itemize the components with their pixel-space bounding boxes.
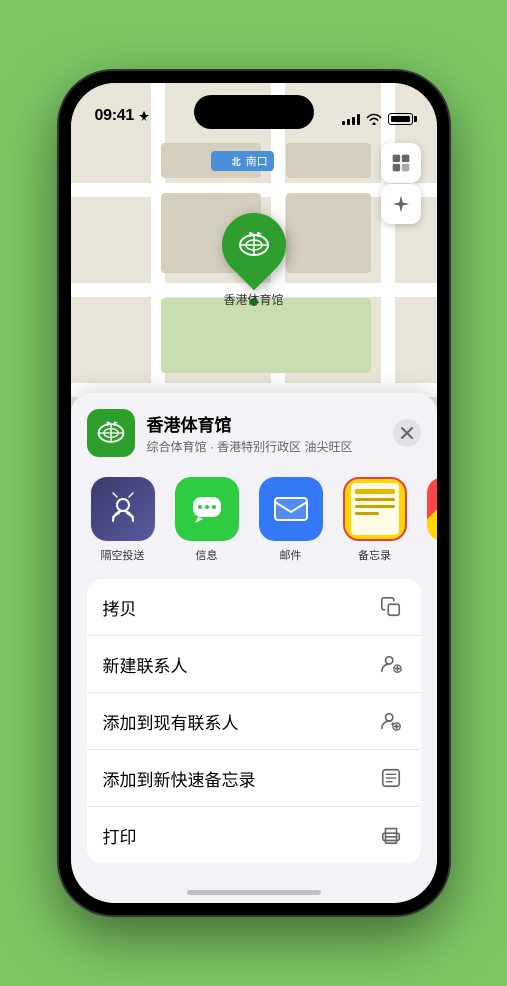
action-copy-label: 拷贝	[103, 595, 137, 620]
close-icon	[400, 426, 414, 440]
notes-line-1	[355, 489, 395, 494]
more-icon-wrap	[427, 477, 437, 541]
share-item-more[interactable]: 推	[423, 477, 437, 563]
map-block	[286, 193, 371, 273]
mail-icon-wrap	[259, 477, 323, 541]
status-time: 09:41	[95, 107, 134, 125]
venue-stadium-icon	[95, 417, 127, 449]
map-label: 北 南口	[211, 151, 274, 171]
battery-fill	[391, 116, 410, 122]
pin-dot	[250, 298, 258, 306]
airdrop-icon-wrap	[91, 477, 155, 541]
share-item-messages[interactable]: 信息	[171, 477, 243, 563]
notes-label: 备忘录	[358, 547, 391, 563]
signal-bar-3	[352, 117, 355, 125]
close-button[interactable]	[393, 419, 421, 447]
print-icon	[377, 821, 405, 849]
messages-label: 信息	[196, 547, 218, 563]
pin-shape	[208, 200, 299, 291]
messages-icon-wrap	[175, 477, 239, 541]
action-quick-note[interactable]: 添加到新快速备忘录	[87, 750, 421, 807]
share-row: 隔空投送 信息	[71, 469, 437, 579]
battery-icon	[388, 113, 413, 125]
pin-inner	[232, 223, 276, 267]
airdrop-icon	[105, 491, 141, 527]
action-copy[interactable]: 拷贝	[87, 579, 421, 636]
signal-bar-2	[347, 119, 350, 125]
venue-header: 香港体育馆 综合体育馆 · 香港特别行政区 油尖旺区	[71, 393, 437, 469]
mail-icon	[272, 494, 310, 524]
phone-screen: 09:41	[71, 83, 437, 903]
messages-icon	[188, 490, 226, 528]
note-icon	[377, 764, 405, 792]
map-controls	[381, 143, 421, 224]
venue-subtitle: 综合体育馆 · 香港特别行政区 油尖旺区	[147, 438, 381, 455]
action-list: 拷贝 新建联系人	[87, 579, 421, 863]
notes-line-3	[355, 505, 395, 508]
location-button[interactable]	[381, 184, 421, 224]
map-block	[286, 143, 371, 178]
copy-icon	[377, 593, 405, 621]
mail-label: 邮件	[280, 547, 302, 563]
venue-icon	[87, 409, 135, 457]
wifi-icon	[366, 113, 382, 125]
map-type-icon	[391, 153, 411, 173]
map-label-text: 南口	[246, 156, 268, 168]
home-indicator	[187, 890, 321, 895]
notes-line-4	[355, 512, 379, 515]
stadium-pin[interactable]: 香港体育馆	[222, 213, 286, 308]
stadium-icon	[236, 229, 272, 261]
action-add-existing[interactable]: 添加到现有联系人	[87, 693, 421, 750]
signal-bars	[342, 113, 360, 125]
location-icon	[138, 110, 150, 122]
action-print[interactable]: 打印	[87, 807, 421, 863]
venue-name: 香港体育馆	[147, 411, 381, 436]
map-block	[161, 298, 371, 373]
signal-bar-4	[357, 114, 360, 125]
compass-icon	[391, 194, 411, 214]
action-new-contact[interactable]: 新建联系人	[87, 636, 421, 693]
phone-frame: 09:41	[59, 71, 449, 915]
signal-bar-1	[342, 121, 345, 125]
person-plus-icon	[377, 707, 405, 735]
airdrop-label: 隔空投送	[101, 547, 145, 563]
dynamic-island	[194, 95, 314, 129]
person-add-icon	[377, 650, 405, 678]
share-item-airdrop[interactable]: 隔空投送	[87, 477, 159, 563]
action-print-label: 打印	[103, 823, 137, 848]
action-new-contact-label: 新建联系人	[103, 652, 188, 677]
map-type-button[interactable]	[381, 143, 421, 183]
bottom-sheet: 香港体育馆 综合体育馆 · 香港特别行政区 油尖旺区	[71, 393, 437, 903]
share-item-notes[interactable]: 备忘录	[339, 477, 411, 563]
share-item-mail[interactable]: 邮件	[255, 477, 327, 563]
notes-line-2	[355, 498, 395, 501]
status-icons	[342, 113, 413, 125]
action-quick-note-label: 添加到新快速备忘录	[103, 766, 256, 791]
notes-inner	[351, 483, 399, 535]
action-add-existing-label: 添加到现有联系人	[103, 709, 239, 734]
venue-info: 香港体育馆 综合体育馆 · 香港特别行政区 油尖旺区	[147, 411, 381, 455]
notes-icon-wrap	[343, 477, 407, 541]
